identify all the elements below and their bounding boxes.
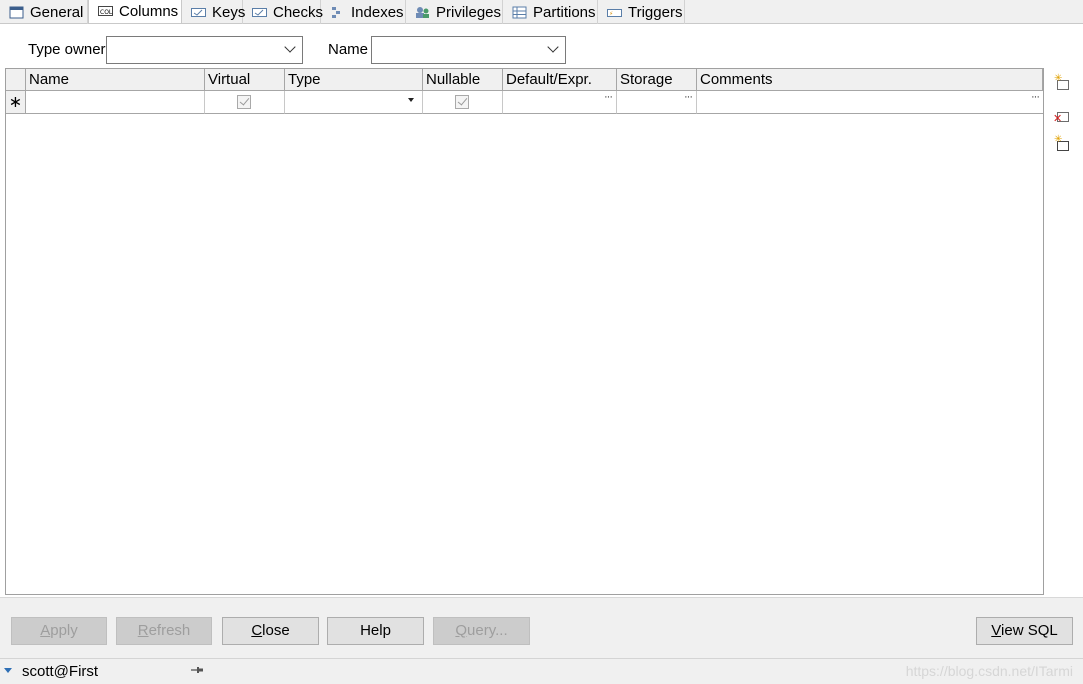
apply-button[interactable]: Apply [11, 617, 107, 645]
connection-label[interactable]: scott@First [22, 663, 98, 680]
tab-privileges-label: Privileges [436, 3, 502, 21]
window-icon [9, 6, 24, 19]
svg-text:⚡: ⚡ [609, 10, 613, 17]
tab-columns-label: Columns [119, 2, 179, 20]
view-sql-button[interactable]: View SQL [976, 617, 1073, 645]
cell-name[interactable] [26, 91, 205, 114]
type-owner-label: Type owner [28, 41, 106, 58]
trigger-icon: ⚡ [607, 6, 622, 19]
tab-indexes-label: Indexes [351, 3, 404, 21]
tab-partitions[interactable]: Partitions [503, 0, 598, 24]
name-label: Name [328, 41, 369, 58]
tab-privileges[interactable]: Privileges [406, 0, 503, 24]
virtual-checkbox[interactable] [237, 95, 251, 109]
column-header-virtual[interactable]: Virtual [205, 69, 285, 91]
tab-general[interactable]: General [0, 0, 88, 24]
check-icon [252, 6, 267, 19]
privileges-icon [415, 6, 430, 19]
ellipsis-button[interactable]: ··· [684, 91, 693, 103]
close-button[interactable]: Close [222, 617, 319, 645]
refresh-button[interactable]: Refresh [116, 617, 212, 645]
column-header-nullable[interactable]: Nullable [423, 69, 503, 91]
column-header-name[interactable]: Name [26, 69, 205, 91]
columns-panel: Type owner Name Name Virtual Type Nullab… [0, 24, 1083, 598]
chevron-down-icon [547, 41, 559, 53]
tab-partitions-label: Partitions [533, 3, 596, 21]
row-indicator-header [6, 69, 26, 91]
svg-text:COL: COL [100, 9, 113, 16]
column-header-default[interactable]: Default/Expr. [503, 69, 617, 91]
index-icon [330, 6, 345, 19]
tab-general-label: General [30, 3, 84, 21]
tab-triggers-label: Triggers [628, 3, 683, 21]
tab-checks-label: Checks [273, 3, 324, 21]
cell-virtual[interactable] [205, 91, 285, 114]
column-header-type[interactable]: Type [285, 69, 423, 91]
cell-nullable[interactable] [423, 91, 503, 114]
columns-icon: COL [98, 5, 113, 18]
dropdown-arrow-icon[interactable] [408, 98, 414, 102]
cell-storage[interactable]: ··· [617, 91, 697, 114]
connection-dropdown-icon[interactable] [4, 668, 12, 673]
column-header-storage[interactable]: Storage [617, 69, 697, 91]
insert-column-button[interactable]: ✳ [1054, 134, 1070, 153]
status-bar: scott@First https://blog.csdn.net/ITarmi [0, 658, 1083, 684]
pin-icon[interactable] [189, 662, 205, 682]
tab-triggers[interactable]: ⚡ Triggers [598, 0, 685, 24]
tab-columns[interactable]: COL Columns [88, 0, 182, 23]
key-icon [191, 6, 206, 19]
name-select[interactable] [371, 36, 566, 64]
partitions-icon [512, 6, 527, 19]
new-row-marker: ∗ [6, 91, 26, 114]
delete-column-button[interactable]: ✕ [1053, 108, 1070, 125]
columns-grid[interactable]: Name Virtual Type Nullable Default/Expr.… [5, 68, 1044, 595]
tab-checks[interactable]: Checks [243, 0, 324, 24]
help-button[interactable]: Help [327, 617, 424, 645]
chevron-down-icon [284, 41, 296, 53]
watermark: https://blog.csdn.net/ITarmi [905, 663, 1073, 679]
cell-default[interactable]: ··· [503, 91, 617, 114]
cell-comments[interactable]: ··· [697, 91, 1043, 114]
nullable-checkbox[interactable] [455, 95, 469, 109]
tab-indexes[interactable]: Indexes [321, 0, 406, 24]
ellipsis-button[interactable]: ··· [1031, 91, 1040, 103]
tab-keys[interactable]: Keys [182, 0, 246, 24]
ellipsis-button[interactable]: ··· [604, 91, 613, 103]
tab-bar: General COL Columns Keys Checks Indexes … [0, 0, 1083, 24]
column-header-comments[interactable]: Comments [697, 69, 1043, 91]
type-owner-select[interactable] [106, 36, 303, 64]
tab-keys-label: Keys [212, 3, 246, 21]
query-button[interactable]: Query... [433, 617, 530, 645]
add-column-button[interactable]: ✳ [1054, 73, 1070, 92]
cell-type[interactable] [285, 91, 423, 114]
